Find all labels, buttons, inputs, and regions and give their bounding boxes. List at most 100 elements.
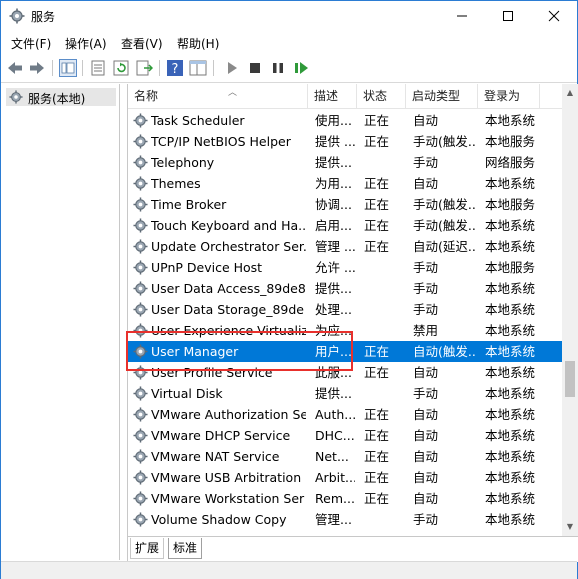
column-header-status[interactable]: 状态 xyxy=(357,84,406,108)
service-logon-as: 本地系统 xyxy=(485,218,536,233)
service-description: 处理... xyxy=(315,302,352,317)
help-icon[interactable]: ? xyxy=(166,59,184,77)
service-gear-icon xyxy=(133,239,148,254)
service-row[interactable]: VMware USB Arbitration ... Arbit... 正在 自动 本地… xyxy=(128,467,562,488)
service-row[interactable]: VMware NAT Service Net... 正在 自动 本地系统 xyxy=(128,446,562,467)
column-header-description[interactable]: 描述 xyxy=(308,84,357,108)
service-row[interactable]: Touch Keyboard and Ha... 启用... 正在 手动(触发... 本… xyxy=(128,215,562,236)
toolbar-separator xyxy=(82,60,83,76)
service-name: VMware Authorization Se... xyxy=(151,407,306,422)
service-row[interactable]: Virtual Disk 提供... 手动 本地系统 xyxy=(128,383,562,404)
service-description: 为用... xyxy=(315,176,352,191)
service-name: Volume Shadow Copy xyxy=(151,512,287,527)
service-gear-icon xyxy=(133,176,148,191)
service-description: Net... xyxy=(315,449,349,464)
service-description: 管理 ... xyxy=(315,239,355,254)
service-startup-type: 手动 xyxy=(413,302,439,317)
service-startup-type: 自动 xyxy=(413,407,439,422)
service-logon-as: 本地服务 xyxy=(485,197,536,212)
service-gear-icon xyxy=(133,302,148,317)
export-list-icon[interactable] xyxy=(135,59,153,77)
back-arrow-icon[interactable] xyxy=(6,59,24,77)
service-startup-type: 自动 xyxy=(413,113,439,128)
service-description: 管理... xyxy=(315,512,352,527)
service-logon-as: 本地系统 xyxy=(485,365,536,380)
stop-service-icon[interactable] xyxy=(246,59,264,77)
service-logon-as: 本地系统 xyxy=(485,491,536,506)
forward-arrow-icon[interactable] xyxy=(28,59,46,77)
service-startup-type: 手动 xyxy=(413,260,439,275)
service-gear-icon xyxy=(133,197,148,212)
service-name: VMware Workstation Ser xyxy=(151,491,305,506)
refresh-icon[interactable] xyxy=(112,59,130,77)
vertical-scrollbar[interactable]: ▲ ▼ xyxy=(562,84,578,536)
service-startup-type: 手动 xyxy=(413,155,439,170)
show-hide-icon[interactable] xyxy=(189,59,207,77)
service-status: 正在 xyxy=(364,176,390,191)
resume-service-icon[interactable] xyxy=(292,59,310,77)
service-row[interactable]: Volume Shadow Copy 管理... 手动 本地系统 xyxy=(128,509,562,530)
scroll-down-icon[interactable]: ▼ xyxy=(565,522,575,532)
column-header-startup-type[interactable]: 启动类型 xyxy=(406,84,478,108)
pause-service-icon[interactable] xyxy=(269,59,287,77)
services-window: 服务 文件(F) 操作(A) 查看(V) 帮助(H) ? 服务(本地) 名称 ︿… xyxy=(0,0,578,579)
tab-standard[interactable]: 标准 xyxy=(168,538,203,559)
start-service-icon[interactable] xyxy=(223,59,241,77)
service-row[interactable]: Time Broker 协调... 正在 手动(触发... 本地服务 xyxy=(128,194,562,215)
service-startup-type: 手动 xyxy=(413,512,439,527)
scrollbar-thumb[interactable] xyxy=(565,361,575,397)
service-row[interactable]: Themes 为用... 正在 自动 本地系统 xyxy=(128,173,562,194)
service-logon-as: 本地系统 xyxy=(485,302,536,317)
service-startup-type: 手动(触发... xyxy=(413,218,477,233)
service-logon-as: 本地系统 xyxy=(485,512,536,527)
service-logon-as: 本地系统 xyxy=(485,470,536,485)
service-row[interactable]: Telephony 提供... 手动 网络服务 xyxy=(128,152,562,173)
service-status: 正在 xyxy=(364,134,390,149)
service-row[interactable]: Task Scheduler 使用... 正在 自动 本地系统 xyxy=(128,110,562,131)
service-row[interactable]: Update Orchestrator Ser... 管理 ... 正在 自动(延迟.… xyxy=(128,236,562,257)
service-startup-type: 自动(延迟... xyxy=(413,239,477,254)
tree-item-label: 服务(本地) xyxy=(28,92,86,106)
service-row[interactable]: VMware DHCP Service DHC... 正在 自动 本地系统 xyxy=(128,425,562,446)
highlight-annotation-box xyxy=(126,331,353,371)
service-row[interactable]: VMware Authorization Se... Auth... 正在 自动 本地系… xyxy=(128,404,562,425)
menu-view[interactable]: 查看(V) xyxy=(121,35,163,52)
column-header-name[interactable]: 名称 xyxy=(128,84,308,108)
properties-icon[interactable] xyxy=(89,59,107,77)
list-header: 名称 ︿ 描述 状态 启动类型 登录为 xyxy=(128,84,562,109)
service-row[interactable]: User Data Storage_89de 处理... 手动 本地系统 xyxy=(128,299,562,320)
service-startup-type: 手动(触发... xyxy=(413,134,477,149)
service-row[interactable]: User Data Access_89de8d 提供... 手动 本地系统 xyxy=(128,278,562,299)
minimize-button[interactable] xyxy=(439,1,485,31)
menu-file[interactable]: 文件(F) xyxy=(11,35,51,52)
maximize-button[interactable] xyxy=(485,1,531,31)
tab-extended[interactable]: 扩展 xyxy=(130,538,165,559)
service-row[interactable]: TCP/IP NetBIOS Helper 提供 ... 正在 手动(触发... 本地服… xyxy=(128,131,562,152)
service-status: 正在 xyxy=(364,218,390,233)
close-button[interactable] xyxy=(531,1,577,31)
service-name: UPnP Device Host xyxy=(151,260,263,275)
service-status: 正在 xyxy=(364,491,390,506)
menu-bar: 文件(F) 操作(A) 查看(V) 帮助(H) xyxy=(1,32,577,54)
service-description: DHC... xyxy=(315,428,355,443)
services-list-pane: 名称 ︿ 描述 状态 启动类型 登录为 Task Scheduler 使用... 正… xyxy=(127,84,578,562)
scroll-up-icon[interactable]: ▲ xyxy=(565,88,575,98)
title-bar[interactable]: 服务 xyxy=(1,1,577,31)
service-logon-as: 本地系统 xyxy=(485,323,536,338)
tree-item-services-local[interactable]: 服务(本地) xyxy=(6,88,116,106)
service-logon-as: 本地系统 xyxy=(485,449,536,464)
toolbar-separator xyxy=(159,60,160,76)
console-tree-icon[interactable] xyxy=(59,59,77,77)
column-header-logon-as[interactable]: 登录为 xyxy=(478,84,540,108)
service-name: Telephony xyxy=(151,155,215,170)
service-row[interactable]: VMware Workstation Ser Rem... 正在 自动 本地系统 xyxy=(128,488,562,509)
service-status xyxy=(364,152,404,173)
service-name: Themes xyxy=(151,176,201,191)
menu-action[interactable]: 操作(A) xyxy=(65,35,107,52)
service-row[interactable]: UPnP Device Host 允许 ... 手动 本地服务 xyxy=(128,257,562,278)
menu-help[interactable]: 帮助(H) xyxy=(177,35,219,52)
service-startup-type: 自动(触发... xyxy=(413,344,477,359)
service-description: 协调... xyxy=(315,197,352,212)
service-gear-icon xyxy=(133,512,148,527)
services-list: Task Scheduler 使用... 正在 自动 本地系统 TCP/IP NetBIO… xyxy=(128,110,562,536)
